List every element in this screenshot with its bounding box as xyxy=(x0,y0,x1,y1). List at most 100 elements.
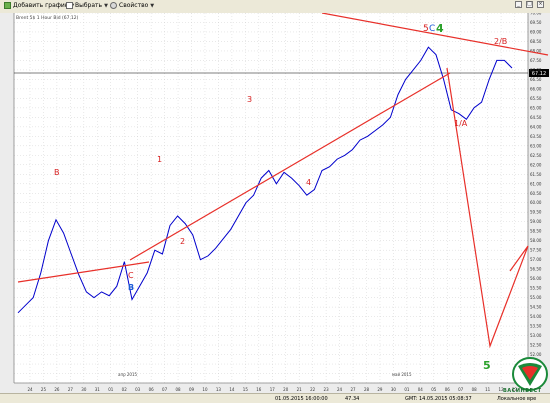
select-label: Выбрать xyxy=(75,2,103,9)
plot-background xyxy=(14,13,528,383)
y-tick-label: 62.00 xyxy=(530,162,542,167)
logo-icon xyxy=(512,357,548,391)
status-gmt: GMT: 14.05.2015 05:08:37 xyxy=(405,396,472,402)
wave-label: 1 xyxy=(157,155,162,164)
y-tick-label: 61.50 xyxy=(530,172,542,177)
x-tick-label: 23 xyxy=(324,387,330,392)
wave-label: 4 xyxy=(306,178,311,187)
y-tick-label: 56.50 xyxy=(530,267,542,272)
x-tick-label: 27 xyxy=(68,387,74,392)
wave-label: 5 xyxy=(423,24,429,34)
wave-label: C xyxy=(128,271,134,280)
y-tick-label: 64.50 xyxy=(530,115,542,120)
x-tick-label: 11 xyxy=(485,387,491,392)
x-tick-label: 05 xyxy=(431,387,437,392)
x-tick-label: 14 xyxy=(229,387,235,392)
x-tick-label: 07 xyxy=(458,387,464,392)
x-tick-label: 15 xyxy=(243,387,249,392)
add-chart-button[interactable]: Добавить график ▼ xyxy=(4,2,74,9)
y-tick-label: 53.00 xyxy=(530,333,542,338)
y-tick-label: 66.00 xyxy=(530,86,542,91)
x-tick-label: 16 xyxy=(256,387,262,392)
y-tick-label: 65.00 xyxy=(530,105,542,110)
x-tick-label: 06 xyxy=(445,387,451,392)
x-tick-label: 07 xyxy=(162,387,168,392)
y-tick-label: 67.50 xyxy=(530,58,542,63)
maximize-button[interactable]: □ xyxy=(526,1,533,8)
y-tick-label: 54.00 xyxy=(530,314,542,319)
chevron-down-icon: ▼ xyxy=(150,2,155,9)
wave-label: 2 xyxy=(180,237,185,246)
x-tick-label: 21 xyxy=(297,387,303,392)
y-tick-label: 60.50 xyxy=(530,191,542,196)
price-chart[interactable]: Brent 5$ 1 Hour Bid (67.12) 67.12 70.006… xyxy=(0,11,550,393)
x-tick-label: 24 xyxy=(337,387,343,392)
y-tick-label: 58.50 xyxy=(530,229,542,234)
wave-label: 5 xyxy=(483,359,491,372)
y-tick-label: 63.00 xyxy=(530,143,542,148)
x-tick-label: 30 xyxy=(391,387,397,392)
x-tick-label: 27 xyxy=(350,387,356,392)
status-local-time: Локальное вре xyxy=(497,396,537,402)
x-tick-label: 20 xyxy=(283,387,289,392)
chevron-down-icon: ▼ xyxy=(104,2,108,9)
y-tick-label: 68.50 xyxy=(530,39,542,44)
properties-button[interactable]: Свойство ▼ xyxy=(110,2,154,9)
y-tick-label: 63.50 xyxy=(530,134,542,139)
status-datetime: 01.05.2015 16:00:00 xyxy=(275,396,328,402)
x-tick-label: 17 xyxy=(270,387,276,392)
x-tick-label: 08 xyxy=(176,387,182,392)
y-tick-label: 53.50 xyxy=(530,324,542,329)
y-tick-label: 69.50 xyxy=(530,20,542,25)
y-tick-label: 67.00 xyxy=(530,67,542,72)
close-button[interactable]: × xyxy=(537,1,544,8)
wave-label: 3 xyxy=(247,95,252,104)
minimize-button[interactable]: _ xyxy=(515,1,522,8)
y-tick-label: 59.00 xyxy=(530,219,542,224)
y-tick-label: 61.00 xyxy=(530,181,542,186)
wave-label: C xyxy=(429,24,435,34)
y-tick-label: 58.00 xyxy=(530,238,542,243)
x-tick-label: 01 xyxy=(404,387,410,392)
x-tick-label: 30 xyxy=(81,387,87,392)
y-tick-label: 65.50 xyxy=(530,96,542,101)
y-tick-label: 55.00 xyxy=(530,295,542,300)
wave-label: B xyxy=(128,283,134,292)
x-tick-label: 10 xyxy=(202,387,208,392)
x-tick-label: 25 xyxy=(41,387,47,392)
y-tick-label: 66.50 xyxy=(530,77,542,82)
y-tick-label: 54.50 xyxy=(530,305,542,310)
y-tick-label: 57.00 xyxy=(530,257,542,262)
month-label-may: май 2015 xyxy=(392,372,412,377)
x-tick-label: 13 xyxy=(216,387,222,392)
wave-label: B xyxy=(54,168,60,177)
y-tick-label: 60.00 xyxy=(530,200,542,205)
chart-title: Brent 5$ 1 Hour Bid (67.12) xyxy=(16,15,79,21)
x-tick-label: 04 xyxy=(418,387,424,392)
y-tick-label: 59.50 xyxy=(530,210,542,215)
x-tick-label: 28 xyxy=(364,387,370,392)
select-button[interactable]: Выбрать ▼ xyxy=(66,2,108,9)
chart-add-icon xyxy=(4,2,11,9)
wave-label: 2/B xyxy=(494,37,507,46)
wave-label: 1/A xyxy=(454,119,468,128)
month-label-apr: апр 2015 xyxy=(118,372,138,377)
y-tick-label: 57.50 xyxy=(530,248,542,253)
status-value: 47.34 xyxy=(345,396,360,402)
y-tick-label: 69.00 xyxy=(530,29,542,34)
cursor-icon xyxy=(66,2,73,9)
chart-area: Brent 5$ 1 Hour Bid (67.12) 67.12 70.00 6… xyxy=(0,11,550,393)
x-tick-label: 24 xyxy=(27,387,33,392)
x-tick-label: 01 xyxy=(108,387,114,392)
y-tick-label: 62.50 xyxy=(530,153,542,158)
properties-label: Свойство xyxy=(119,2,149,9)
x-tick-label: 06 xyxy=(149,387,155,392)
x-tick-label: 09 xyxy=(189,387,195,392)
y-tick-label: 70.00 xyxy=(530,13,542,16)
x-tick-label: 22 xyxy=(310,387,316,392)
y-tick-label: 55.50 xyxy=(530,286,542,291)
add-chart-label: Добавить график xyxy=(13,2,69,9)
gear-icon xyxy=(110,2,117,9)
x-tick-label: 08 xyxy=(472,387,478,392)
y-tick-label: 56.00 xyxy=(530,276,542,281)
